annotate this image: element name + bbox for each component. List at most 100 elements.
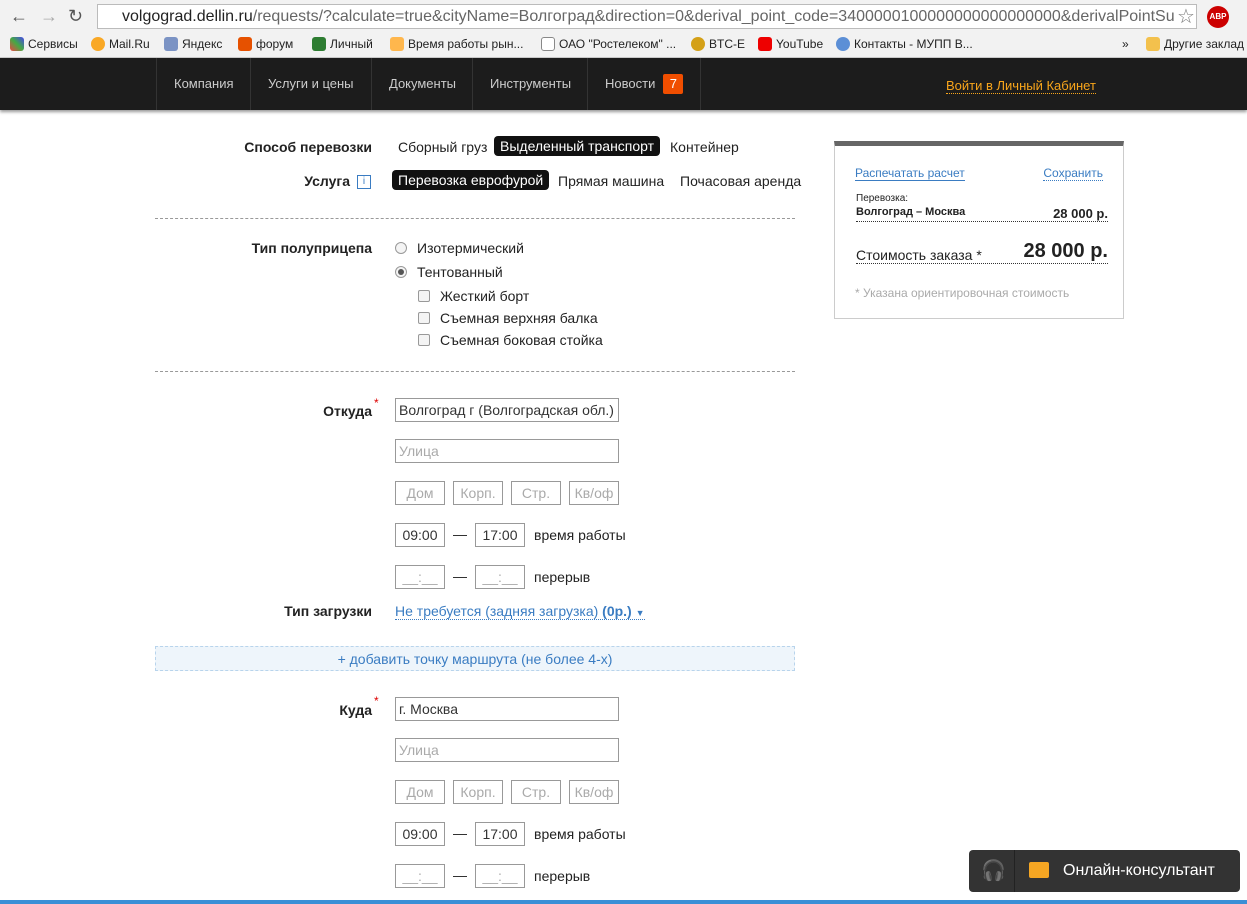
nav-documents[interactable]: Документы <box>371 58 473 110</box>
save-link[interactable]: Сохранить <box>1043 166 1103 181</box>
from-flat-input[interactable]: Кв/оф <box>569 481 619 505</box>
from-building-input[interactable]: Стр. <box>511 481 561 505</box>
loading-label: Тип загрузки <box>284 603 372 619</box>
transport-option-dedicated[interactable]: Выделенный транспорт <box>494 136 661 156</box>
checkbox-label: Жесткий борт <box>440 288 530 304</box>
folder-icon <box>1146 37 1160 51</box>
item-label: Перевозка: <box>856 193 909 204</box>
bookmark-label: BTC-E <box>709 37 745 51</box>
nav-tools[interactable]: Инструменты <box>472 58 588 110</box>
caret-down-icon: ▼ <box>635 608 645 618</box>
nav-news[interactable]: Новости 7 <box>587 58 702 110</box>
nav-news-label: Новости <box>605 76 656 91</box>
radio-label: Тентованный <box>417 264 503 280</box>
bookmark-youtube[interactable]: YouTube <box>758 37 823 51</box>
forward-icon[interactable]: → <box>40 6 58 27</box>
loading-price: (0р.) <box>602 603 632 619</box>
adblock-icon[interactable]: ABP <box>1207 6 1229 28</box>
bookmark-label: Сервисы <box>28 37 78 51</box>
from-city-input[interactable]: Волгоград г (Волгоградская обл.) <box>395 398 619 422</box>
bookmark-market-hours[interactable]: Время работы рын... <box>390 37 523 51</box>
from-label: Откуда <box>323 403 372 419</box>
divider <box>155 218 795 219</box>
login-link[interactable]: Войти в Личный Кабинет <box>946 78 1096 94</box>
chat-label: Онлайн-консультант <box>1063 862 1215 879</box>
loading-value: Не требуется (задняя загрузка) <box>395 603 599 619</box>
checkbox-label: Съемная боковая стойка <box>440 332 603 348</box>
bookmark-yandex[interactable]: Яндекс <box>164 37 222 51</box>
loading-type-dropdown[interactable]: Не требуется (задняя загрузка) (0р.) ▼ <box>395 603 645 620</box>
total-price: 28 000 р. <box>1023 240 1108 262</box>
url-host: volgograd.dellin.ru <box>122 8 253 25</box>
service-label: Услуга <box>304 173 350 189</box>
estimate-note: * Указана ориентировочная стоимость <box>855 286 1070 300</box>
from-street-input[interactable]: Улица <box>395 439 619 463</box>
transport-option-groupage[interactable]: Сборный груз <box>392 137 493 157</box>
radio-isothermal[interactable] <box>395 242 407 254</box>
bookmark-mailru[interactable]: Mail.Ru <box>91 37 150 51</box>
total-label: Стоимость заказа * <box>856 247 982 263</box>
order-summary-card: Распечатать расчет Сохранить Перевозка: … <box>834 141 1124 319</box>
address-bar[interactable]: volgograd.dellin.ru/requests/?calculate=… <box>97 4 1197 29</box>
to-street-input[interactable]: Улица <box>395 738 619 762</box>
online-consultant-button[interactable]: 🎧 Онлайн-консультант <box>969 850 1240 892</box>
from-work-end-input[interactable]: 17:00 <box>475 523 525 547</box>
dash: — <box>453 568 467 584</box>
to-work-start-input[interactable]: 09:00 <box>395 822 445 846</box>
to-building-input[interactable]: Стр. <box>511 780 561 804</box>
bookmarks-overflow-button[interactable]: » <box>1122 37 1129 51</box>
checkbox-top-beam[interactable] <box>418 312 430 324</box>
bookmark-rostelecom[interactable]: ОАО "Ростелеком" ... <box>541 37 676 51</box>
bookmark-btce[interactable]: BTC-E <box>691 37 745 51</box>
bookmark-forum[interactable]: форум <box>238 37 293 51</box>
route-line: Волгоград – Москва 28 000 р. <box>856 206 1108 222</box>
headset-icon: 🎧 <box>981 860 1006 882</box>
transport-option-container[interactable]: Контейнер <box>664 137 745 157</box>
route: Волгоград – Москва <box>856 206 966 218</box>
bookmark-contacts[interactable]: Контакты - МУПП В... <box>836 37 973 51</box>
bookmark-personal[interactable]: Личный <box>312 37 373 51</box>
add-route-point-button[interactable]: + добавить точку маршрута (не более 4-х) <box>155 646 795 671</box>
bookmark-label: Контакты - МУПП В... <box>854 37 973 51</box>
route-price: 28 000 р. <box>1053 206 1108 221</box>
from-break-start-input[interactable]: __:__ <box>395 565 445 589</box>
chat-icon <box>1029 862 1049 878</box>
transport-label: Способ перевозки <box>244 139 372 155</box>
radio-tent[interactable] <box>395 266 407 278</box>
service-option-eurotruck[interactable]: Перевозка еврофурой <box>392 170 550 190</box>
to-work-end-input[interactable]: 17:00 <box>475 822 525 846</box>
checkbox-side-post[interactable] <box>418 334 430 346</box>
service-option-direct[interactable]: Прямая машина <box>552 171 670 191</box>
back-icon[interactable]: ← <box>10 6 28 27</box>
nav-company[interactable]: Компания <box>156 58 251 110</box>
radio-label: Изотермический <box>417 240 524 256</box>
bookmark-label: Яндекс <box>182 37 223 51</box>
to-break-end-input[interactable]: __:__ <box>475 864 525 888</box>
to-break-start-input[interactable]: __:__ <box>395 864 445 888</box>
bookmark-label: Время работы рын... <box>408 37 524 51</box>
star-icon[interactable]: ☆ <box>1177 4 1195 29</box>
required-mark: * <box>374 396 379 410</box>
nav-services[interactable]: Услуги и цены <box>250 58 371 110</box>
from-break-end-input[interactable]: __:__ <box>475 565 525 589</box>
service-option-hourly[interactable]: Почасовая аренда <box>674 171 807 191</box>
to-city-input[interactable]: г. Москва <box>395 697 619 721</box>
bookmark-services[interactable]: Сервисы <box>10 37 78 51</box>
print-link[interactable]: Распечатать расчет <box>855 166 965 181</box>
checkbox-rigid-side[interactable] <box>418 290 430 302</box>
info-icon[interactable]: i <box>357 175 371 189</box>
from-house-input[interactable]: Дом <box>395 481 445 505</box>
trailer-label: Тип полуприцепа <box>251 240 372 256</box>
from-work-start-input[interactable]: 09:00 <box>395 523 445 547</box>
to-block-input[interactable]: Корп. <box>453 780 503 804</box>
reload-icon[interactable]: ↻ <box>68 6 83 27</box>
dash: — <box>453 867 467 883</box>
checkbox-label: Съемная верхняя балка <box>440 310 598 326</box>
browser-toolbar: ← → ↻ volgograd.dellin.ru/requests/?calc… <box>0 0 1247 33</box>
to-house-input[interactable]: Дом <box>395 780 445 804</box>
from-block-input[interactable]: Корп. <box>453 481 503 505</box>
to-flat-input[interactable]: Кв/оф <box>569 780 619 804</box>
bookmark-other[interactable]: Другие заклад <box>1146 37 1244 51</box>
url-path: /requests/?calculate=true&cityName=Волго… <box>252 8 1175 25</box>
bottom-bar <box>0 900 1247 904</box>
